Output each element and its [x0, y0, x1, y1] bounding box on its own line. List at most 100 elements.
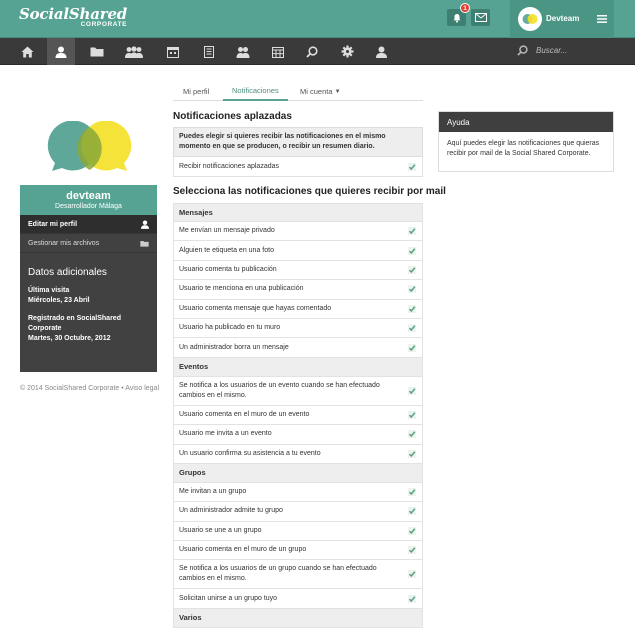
users-icon	[236, 46, 250, 58]
checkbox-checked-icon[interactable]	[408, 430, 416, 439]
search-icon	[306, 45, 318, 58]
help-box: Ayuda Aquí puedes elegir las notificacio…	[438, 111, 614, 172]
notification-row[interactable]: Usuario comenta mensaje que hayas coment…	[173, 299, 423, 319]
checkbox-checked-icon[interactable]	[408, 449, 416, 458]
nav-home[interactable]	[13, 38, 41, 65]
nav-settings[interactable]	[333, 38, 361, 65]
notification-row[interactable]: Se notifica a los usuarios de un evento …	[173, 376, 423, 406]
deferred-option-row[interactable]: Recibir notificaciones aplazadas	[173, 157, 423, 177]
avatar-logo-icon	[522, 14, 538, 24]
checkbox-checked-icon[interactable]	[408, 410, 416, 419]
search-icon	[517, 45, 528, 56]
checkbox-checked-icon[interactable]	[408, 246, 416, 255]
notification-row[interactable]: Me envían un mensaje privado	[173, 222, 423, 242]
deferred-info: Puedes elegir si quieres recibir las not…	[173, 127, 423, 157]
notification-label: Usuario se une a un grupo	[179, 526, 262, 534]
checkbox-checked-icon[interactable]	[408, 526, 416, 535]
notification-row[interactable]: Usuario comenta en el muro de un grupo	[173, 541, 423, 561]
notification-label: Usuario me invita a un evento	[179, 430, 272, 438]
notification-row[interactable]: Usuario ha publicado en tu muro	[173, 318, 423, 339]
notification-row[interactable]: Usuario comenta en el muro de un evento	[173, 405, 423, 426]
notification-label: Alguien te etiqueta en una foto	[179, 246, 274, 254]
deferred-option-label: Recibir notificaciones aplazadas	[179, 162, 279, 170]
registered-value: Martes, 30 Octubre, 2012	[28, 335, 111, 342]
tab-notificaciones[interactable]: Notificaciones	[223, 82, 288, 101]
tab-mi-perfil[interactable]: Mi perfil	[183, 82, 209, 101]
user-menu[interactable]: Devteam	[510, 0, 614, 38]
checkbox-checked-icon[interactable]	[408, 386, 416, 395]
notification-row[interactable]: Usuario comenta tu publicación	[173, 260, 423, 281]
notification-row[interactable]: Alguien te etiqueta en una foto	[173, 241, 423, 261]
category-header: Mensajes	[173, 203, 423, 222]
manage-files-link[interactable]: Gestionar mis archivos	[20, 234, 157, 253]
category-title: Varios	[179, 612, 202, 622]
caret-down-icon: ▼	[334, 88, 341, 95]
main-nav: Buscar...	[0, 38, 635, 65]
checkbox-checked-icon[interactable]	[408, 343, 416, 352]
group-icon	[125, 45, 143, 58]
search-box[interactable]: Buscar...	[517, 45, 567, 56]
edit-profile-link[interactable]: Editar mi perfil	[20, 215, 157, 234]
hamburger-menu-icon[interactable]	[597, 15, 607, 23]
footer-copyright[interactable]: © 2014 SocialShared Corporate • Aviso le…	[20, 384, 160, 394]
nav-agenda[interactable]	[264, 38, 292, 65]
checkbox-checked-icon[interactable]	[408, 488, 416, 497]
checkbox-checked-icon[interactable]	[408, 507, 416, 516]
nav-documents[interactable]	[195, 38, 223, 65]
profile-tabs: Mi perfil Notificaciones Mi cuenta ▼	[173, 82, 423, 101]
nav-files[interactable]	[83, 38, 111, 65]
nav-search[interactable]	[298, 38, 326, 65]
notification-row[interactable]: Usuario te menciona en una publicación	[173, 280, 423, 300]
profile-header: devteam Desarrollador Málaga	[20, 185, 157, 215]
notification-row[interactable]: Un administrador borra un mensaje	[173, 338, 423, 358]
help-title: Ayuda	[439, 112, 613, 132]
nav-account[interactable]	[367, 38, 395, 65]
home-icon	[21, 46, 33, 57]
notification-label: Se notifica a los usuarios de un grupo c…	[179, 565, 377, 583]
category-header: Eventos	[173, 357, 423, 377]
notification-label: Usuario comenta mensaje que hayas coment…	[179, 304, 332, 312]
notification-row[interactable]: Un usuario confirma su asistencia a tu e…	[173, 444, 423, 464]
last-visit-label: Última visita	[28, 287, 70, 294]
notification-label: Un administrador borra un mensaje	[179, 343, 289, 351]
notification-label: Me invitan a un grupo	[179, 488, 247, 496]
notification-row[interactable]: Me invitan a un grupo	[173, 482, 423, 503]
avatar	[518, 7, 542, 31]
search-input[interactable]: Buscar...	[536, 46, 567, 55]
calendar-icon	[167, 46, 179, 58]
document-icon	[204, 45, 214, 58]
brand-circles-logo	[47, 121, 132, 171]
notification-row[interactable]: Se notifica a los usuarios de un grupo c…	[173, 560, 423, 590]
checkbox-checked-icon[interactable]	[408, 594, 416, 603]
checkbox-checked-icon[interactable]	[408, 285, 416, 294]
deferred-title: Notificaciones aplazadas	[173, 111, 292, 122]
top-bar: SocialShared CORPORATE 1 Devteam	[0, 0, 635, 38]
folder-icon	[90, 47, 104, 57]
tab-mi-cuenta[interactable]: Mi cuenta ▼	[300, 82, 341, 101]
notification-count-badge: 1	[460, 3, 470, 13]
nav-profile[interactable]	[47, 38, 75, 65]
notification-row[interactable]: Solicitan unirse a un grupo tuyo	[173, 589, 423, 609]
notification-row[interactable]: Usuario me invita a un evento	[173, 425, 423, 445]
checkbox-checked-icon[interactable]	[408, 546, 416, 555]
checkbox-checked-icon[interactable]	[408, 304, 416, 313]
notification-row[interactable]: Usuario se une a un grupo	[173, 521, 423, 542]
checkbox-checked-icon[interactable]	[408, 265, 416, 274]
checkbox-checked-icon[interactable]	[408, 324, 416, 333]
logo[interactable]: SocialShared CORPORATE	[19, 6, 127, 29]
checkbox-checked-icon[interactable]	[408, 570, 416, 579]
checkbox-checked-icon[interactable]	[408, 162, 416, 171]
bell-icon	[453, 13, 460, 23]
nav-contacts[interactable]	[229, 38, 257, 65]
nav-community[interactable]	[120, 38, 148, 65]
notification-label: Usuario ha publicado en tu muro	[179, 324, 281, 332]
notification-label: Se notifica a los usuarios de un evento …	[179, 381, 380, 399]
nav-calendar[interactable]	[159, 38, 187, 65]
notification-label: Usuario comenta en el muro de un grupo	[179, 546, 307, 554]
checkbox-checked-icon[interactable]	[408, 227, 416, 236]
logo-main: SocialShared	[19, 5, 128, 23]
notification-row[interactable]: Un administrador admite tu grupo	[173, 502, 423, 522]
calendar-grid-icon	[272, 46, 284, 58]
messages-button[interactable]	[471, 9, 490, 26]
category-title: Eventos	[179, 361, 209, 371]
